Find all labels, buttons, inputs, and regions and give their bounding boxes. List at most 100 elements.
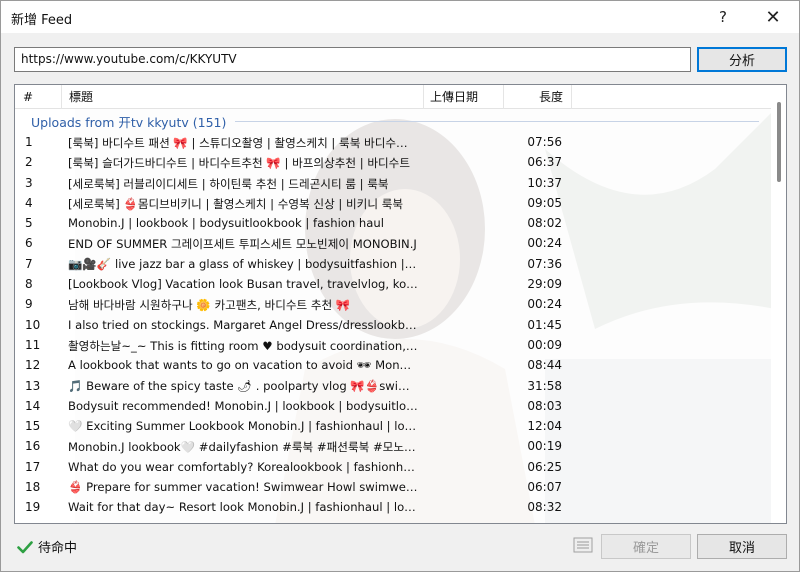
close-button[interactable]: ✕ [751,1,795,33]
status-area: 待命中 [17,537,77,556]
row-number: 5 [25,216,33,231]
add-feed-dialog: 新增 Feed ? ✕ https://www.youtube.com/c/KK… [0,0,800,572]
table-row[interactable]: 19 Wait for that day~ Resort look Monobin… [15,497,771,517]
table-row[interactable]: 8 [Lookbook Vlog] Vacation look Busan tra… [15,274,771,294]
column-header-upload-date[interactable]: 上傳日期 [424,85,504,109]
row-number: 1 [25,135,33,149]
row-title: Bodysuit recommended! Monobin.J | lookbo… [68,398,418,413]
row-length: 08:02 [527,216,562,231]
row-length: 29:09 [527,277,562,292]
row-title: I also tried on stockings. Margaret Ange… [68,317,418,332]
row-number: 13 [25,378,41,393]
column-header-number[interactable]: # [15,85,62,109]
row-length: 31:58 [527,378,562,393]
row-length: 01:45 [527,317,562,332]
table-row[interactable]: 17 What do you wear comfortably? Korealoo… [15,457,771,477]
row-number: 7 [25,256,33,271]
scrollbar-thumb[interactable] [777,102,781,182]
group-label: Uploads from 开tv kkyutv (151) [31,115,227,130]
list-view-icon[interactable] [573,537,593,553]
row-title: [Lookbook Vlog] Vacation look Busan trav… [68,277,418,292]
row-length: 08:03 [527,398,562,413]
ok-button[interactable]: 確定 [601,534,691,559]
row-number: 18 [25,480,41,495]
row-length: 08:32 [527,500,562,515]
cancel-button[interactable]: 取消 [697,534,787,559]
row-number: 11 [25,337,41,352]
row-title: 👙 Prepare for summer vacation! Swimwear … [68,480,418,495]
row-title: What do you wear comfortably? Korealookb… [68,459,418,474]
row-length: 06:07 [527,480,562,495]
row-title: 남해 바다바람 시원하구나 🌼 카고팬츠, 바디수트 추천 🎀 [68,298,351,313]
column-header-title[interactable]: 標題 [62,85,424,109]
table-row[interactable]: 18 👙 Prepare for summer vacation! Swimwea… [15,477,771,497]
row-number: 17 [25,459,41,474]
list-header: # 標題 上傳日期 長度 [15,85,771,109]
table-row[interactable]: 14 Bodysuit recommended! Monobin.J | look… [15,396,771,416]
row-title: 촬영하는날~_~ This is fitting room ♥ bodysuit… [68,338,418,353]
row-number: 10 [25,317,41,332]
row-number: 14 [25,398,41,413]
row-title: A lookbook that wants to go on vacation … [68,358,418,373]
vertical-scrollbar[interactable] [771,85,786,523]
row-length: 07:56 [527,135,562,149]
help-button[interactable]: ? [701,1,745,33]
row-length: 09:05 [527,195,562,210]
row-length: 08:44 [527,358,562,373]
table-row[interactable]: 2 [룩북] 슬더가드바디수트 | 바디수트추천 🎀 | 바프의상추천 | 바디수… [15,152,771,172]
row-title: [세로룩북] 러블리이디세트 | 하이틴룩 추천 | 드레곤시티 룸 | 룩북 [68,176,389,191]
row-number: 12 [25,358,41,373]
row-number: 15 [25,419,41,434]
row-length: 10:37 [527,175,562,190]
row-length: 07:36 [527,256,562,271]
row-title: Monobin.J lookbook🤍 #dailyfashion #룩북 #패… [68,440,418,455]
column-header-filler [572,85,771,109]
table-row[interactable]: 1 [룩북] 바디수트 패션 🎀 | 스튜디오촬영 | 촬영스케치 | 룩북 바디… [15,132,771,152]
check-icon [17,540,33,553]
row-title: Monobin.J | lookbook | bodysuitlookbook … [68,216,384,231]
feed-url-input[interactable]: https://www.youtube.com/c/KKYUTV [14,47,691,72]
table-row[interactable]: 13 🎵 Beware of the spicy taste 🌶 . poolpa… [15,376,771,396]
row-number: 4 [25,195,33,210]
title-bar: 新增 Feed ? ✕ [1,1,799,33]
analyze-button[interactable]: 分析 [697,47,787,72]
row-length: 00:19 [527,439,562,454]
row-number: 2 [25,155,33,170]
table-row[interactable]: 16 Monobin.J lookbook🤍 #dailyfashion #룩북 … [15,436,771,456]
row-length: 12:04 [527,419,562,434]
row-title: [룩북] 슬더가드바디수트 | 바디수트추천 🎀 | 바프의상추천 | 바디수트 [68,156,411,171]
row-number: 9 [25,297,33,312]
table-row[interactable]: 10 I also tried on stockings. Margaret An… [15,315,771,335]
table-row[interactable]: 9 남해 바다바람 시원하구나 🌼 카고팬츠, 바디수트 추천 🎀 00:24 [15,294,771,314]
uploads-group-header[interactable]: Uploads from 开tv kkyutv (151) [15,110,771,130]
table-row[interactable]: 11 촬영하는날~_~ This is fitting room ♥ bodysu… [15,335,771,355]
row-number: 19 [25,500,41,515]
row-title: END OF SUMMER 그레이프세트 투피스세트 모노빈제이 MONOBIN… [68,237,417,252]
row-length: 00:09 [527,337,562,352]
table-row[interactable]: 12 A lookbook that wants to go on vacatio… [15,355,771,375]
video-list[interactable]: # 標題 上傳日期 長度 Uploads from 开tv kkyutv (15… [14,84,787,524]
table-row[interactable]: 6 END OF SUMMER 그레이프세트 투피스세트 모노빈제이 MONOBI… [15,233,771,253]
window-title: 新增 Feed [11,13,73,28]
table-row[interactable]: 3 [세로룩북] 러블리이디세트 | 하이틴룩 추천 | 드레곤시티 룸 | 룩북… [15,173,771,193]
row-title: 🤍 Exciting Summer Lookbook Monobin.J | f… [68,419,418,434]
row-number: 6 [25,236,33,251]
row-number: 16 [25,439,41,454]
row-length: 06:37 [527,155,562,170]
table-row[interactable]: 5 Monobin.J | lookbook | bodysuitlookbook… [15,213,771,233]
row-number: 3 [25,175,33,190]
column-header-length[interactable]: 長度 [504,85,572,109]
row-length: 00:24 [527,236,562,251]
row-length: 00:24 [527,297,562,312]
table-row[interactable]: 4 [세로룩북] 👙몸디브비키니 | 촬영스케치 | 수영복 신상 | 비키니 룩… [15,193,771,213]
row-title: [세로룩북] 👙몸디브비키니 | 촬영스케치 | 수영복 신상 | 비키니 룩북 [68,196,404,211]
row-length: 06:25 [527,459,562,474]
row-title: 📷🎥🎸 live jazz bar a glass of whiskey | b… [68,256,418,271]
row-title: [룩북] 바디수트 패션 🎀 | 스튜디오촬영 | 촬영스케치 | 룩북 바디수… [68,136,418,150]
status-text: 待命中 [38,541,78,556]
table-row[interactable]: 7 📷🎥🎸 live jazz bar a glass of whiskey | … [15,254,771,274]
group-divider [235,121,759,122]
table-row[interactable]: 15 🤍 Exciting Summer Lookbook Monobin.J |… [15,416,771,436]
row-title: Wait for that day~ Resort look Monobin.J… [68,500,418,515]
row-title: 🎵 Beware of the spicy taste 🌶 . poolpart… [68,378,418,393]
